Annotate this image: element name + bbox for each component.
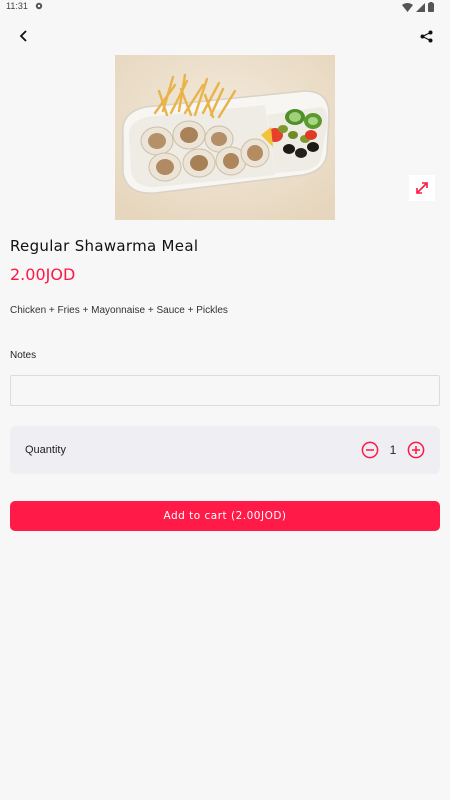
product-title: Regular Shawarma Meal xyxy=(10,237,199,255)
status-time: 11:31 xyxy=(6,1,28,11)
expand-image-button[interactable] xyxy=(409,175,435,201)
plus-circle-icon xyxy=(407,441,425,459)
add-to-cart-button[interactable]: Add to cart (2.00JOD) xyxy=(10,501,440,531)
back-button[interactable] xyxy=(12,24,36,48)
chevron-left-icon xyxy=(19,30,27,42)
share-button[interactable] xyxy=(414,24,438,48)
product-description: Chicken + Fries + Mayonnaise + Sauce + P… xyxy=(10,305,228,316)
cellular-icon xyxy=(416,2,425,15)
settings-icon xyxy=(34,1,44,14)
quantity-value: 1 xyxy=(389,443,397,457)
decrease-quantity-button[interactable] xyxy=(361,441,379,459)
quantity-stepper: Quantity 1 xyxy=(10,426,440,474)
increase-quantity-button[interactable] xyxy=(407,441,425,459)
minus-circle-icon xyxy=(361,441,379,459)
quantity-label: Quantity xyxy=(25,444,66,456)
wifi-icon xyxy=(402,2,413,15)
share-icon xyxy=(420,30,432,42)
product-price: 2.00JOD xyxy=(10,265,76,284)
battery-icon xyxy=(428,2,434,15)
notes-label: Notes xyxy=(10,350,37,361)
status-bar: 11:31 xyxy=(0,0,450,14)
top-app-bar xyxy=(0,18,450,52)
status-icons xyxy=(402,2,434,15)
product-image[interactable] xyxy=(115,55,335,220)
notes-input[interactable] xyxy=(10,375,440,406)
expand-icon xyxy=(416,182,428,194)
